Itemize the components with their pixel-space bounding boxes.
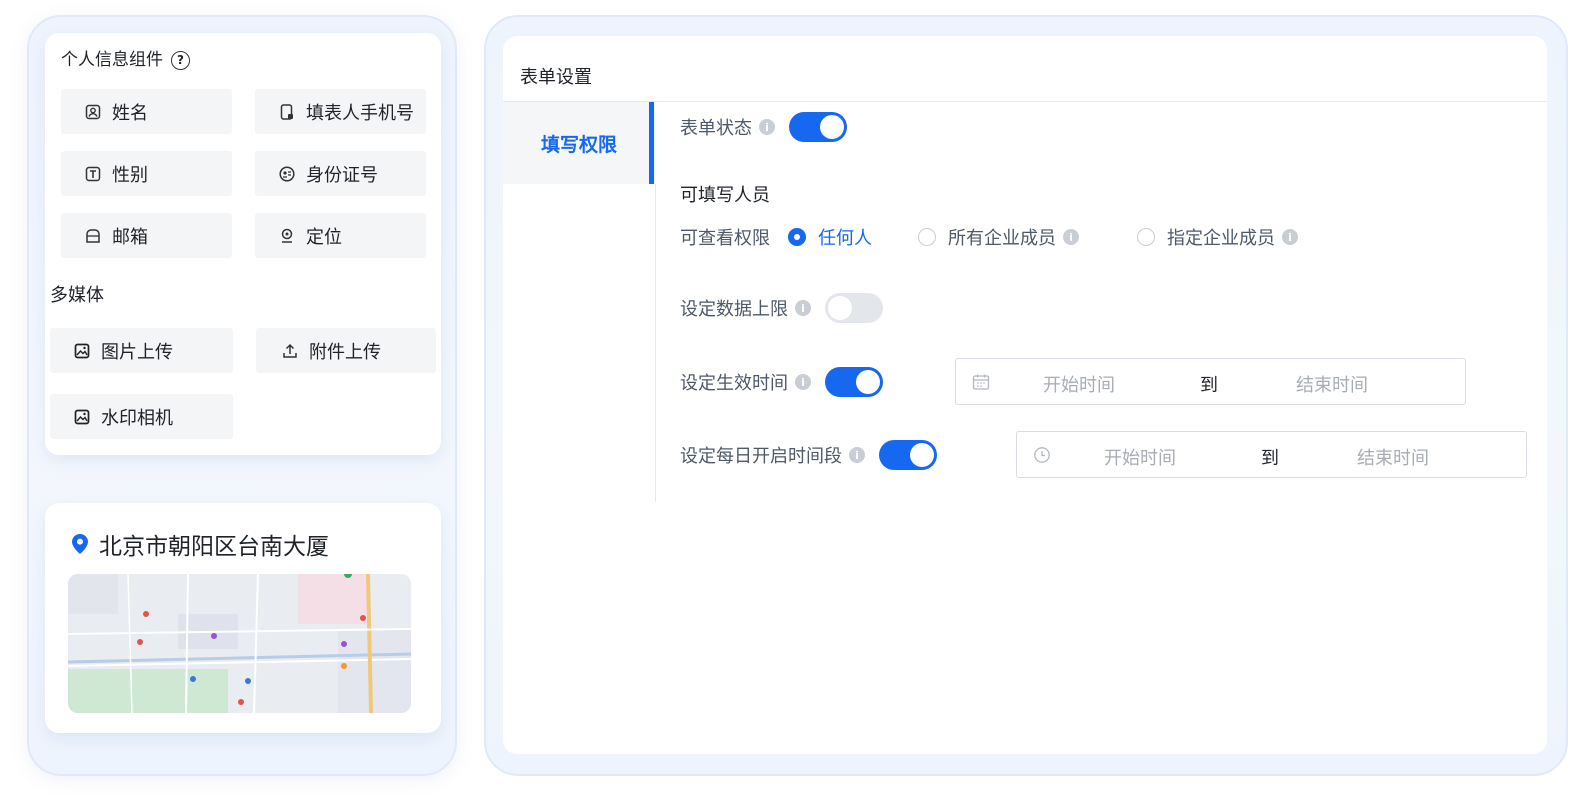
component-location[interactable]: 定位	[255, 213, 426, 258]
end-time-input[interactable]: 结束时间	[1357, 444, 1429, 470]
data-limit-toggle[interactable]	[825, 293, 883, 323]
radio-specified-members-label: 指定企业成员	[1167, 228, 1275, 249]
user-badge-icon	[85, 104, 101, 120]
view-permission-label: 可查看权限	[680, 228, 770, 249]
personal-info-title-text: 个人信息组件	[61, 50, 163, 70]
active-tab-indicator	[649, 102, 654, 184]
end-time-input[interactable]: 结束时间	[1296, 371, 1368, 397]
daily-time-range-picker[interactable]: 开始时间 到 结束时间	[1016, 431, 1527, 478]
toggle-knob	[856, 370, 880, 394]
personal-info-title: 个人信息组件?	[61, 45, 190, 70]
component-id-number[interactable]: 身份证号	[255, 151, 426, 196]
start-time-input[interactable]: 开始时间	[1043, 371, 1115, 397]
radio-checked-icon	[788, 228, 806, 246]
location-pin-icon	[279, 228, 295, 244]
effective-time-toggle[interactable]	[825, 367, 883, 397]
component-attachment-upload[interactable]: 附件上传	[256, 328, 436, 373]
tab-fill-permission[interactable]: 填写权限	[503, 102, 655, 184]
data-limit-row: 设定数据上限 i	[680, 293, 883, 323]
component-gender[interactable]: 性别	[61, 151, 232, 196]
view-permission-row: 可查看权限 任何人 所有企业成员 i 指定企业成员 i	[680, 224, 1298, 250]
settings-title: 表单设置	[520, 67, 592, 88]
id-card-icon	[279, 165, 295, 182]
info-icon[interactable]: i	[795, 374, 811, 390]
effective-time-range-picker[interactable]: 开始时间 到 结束时间	[955, 358, 1466, 405]
component-image-upload-label: 图片上传	[101, 341, 173, 363]
component-gender-label: 性别	[112, 164, 148, 186]
image-icon	[74, 343, 90, 359]
title-divider	[503, 101, 1547, 102]
side-divider	[655, 184, 656, 502]
info-icon[interactable]: i	[849, 447, 865, 463]
info-icon[interactable]: i	[795, 300, 811, 316]
components-card: 个人信息组件? 姓名 填表人手机号 性别 身份证号 邮箱 定位 多媒体 图片上传…	[45, 33, 441, 455]
info-icon[interactable]: i	[759, 119, 775, 135]
clock-icon	[1033, 446, 1051, 464]
radio-anyone-label: 任何人	[818, 228, 872, 249]
fillers-title: 可填写人员	[680, 185, 770, 206]
toggle-knob	[910, 443, 934, 467]
component-id-number-label: 身份证号	[306, 164, 378, 186]
radio-all-members-label: 所有企业成员	[948, 228, 1056, 249]
radio-unchecked-icon	[1137, 228, 1155, 246]
radio-specified-members[interactable]: 指定企业成员 i	[1137, 224, 1298, 250]
phone-icon	[279, 103, 295, 120]
effective-time-label: 设定生效时间	[680, 373, 788, 394]
data-limit-label: 设定数据上限	[680, 299, 788, 320]
toggle-knob	[828, 296, 852, 320]
range-separator: 到	[1200, 375, 1218, 396]
component-email[interactable]: 邮箱	[61, 213, 232, 258]
component-location-label: 定位	[306, 226, 342, 248]
component-phone[interactable]: 填表人手机号	[255, 89, 426, 134]
component-name[interactable]: 姓名	[61, 89, 232, 134]
component-name-label: 姓名	[112, 102, 148, 124]
daily-time-label: 设定每日开启时间段	[680, 446, 842, 467]
media-title: 多媒体	[50, 285, 104, 306]
radio-all-members[interactable]: 所有企业成员 i	[918, 224, 1079, 250]
text-box-icon	[85, 166, 101, 182]
component-watermark-camera-label: 水印相机	[101, 407, 173, 429]
daily-time-row: 设定每日开启时间段 i	[680, 440, 937, 470]
location-address-text: 北京市朝阳区台南大厦	[99, 534, 329, 560]
form-status-toggle[interactable]	[789, 112, 847, 142]
radio-anyone[interactable]: 任何人	[788, 224, 872, 250]
help-icon[interactable]: ?	[171, 51, 190, 70]
radio-unchecked-icon	[918, 228, 936, 246]
upload-icon	[282, 343, 298, 359]
info-icon[interactable]: i	[1282, 229, 1298, 245]
toggle-knob	[820, 115, 844, 139]
map-image[interactable]	[68, 574, 411, 713]
form-status-row: 表单状态 i	[680, 112, 847, 142]
component-watermark-camera[interactable]: 水印相机	[50, 394, 233, 439]
map-pin-icon	[71, 533, 89, 555]
component-email-label: 邮箱	[112, 226, 148, 248]
location-card: 北京市朝阳区台南大厦	[45, 503, 441, 733]
range-separator: 到	[1261, 448, 1279, 469]
form-status-label: 表单状态	[680, 118, 752, 139]
mailbox-icon	[85, 228, 101, 244]
component-phone-label: 填表人手机号	[306, 102, 414, 124]
component-image-upload[interactable]: 图片上传	[50, 328, 233, 373]
component-attachment-upload-label: 附件上传	[309, 341, 381, 363]
calendar-icon	[972, 373, 990, 391]
watermark-camera-icon	[74, 409, 90, 425]
daily-time-toggle[interactable]	[879, 440, 937, 470]
effective-time-row: 设定生效时间 i	[680, 367, 883, 397]
info-icon[interactable]: i	[1063, 229, 1079, 245]
location-address: 北京市朝阳区台南大厦	[71, 527, 329, 561]
form-settings-card: 表单设置 填写权限 表单状态 i 可填写人员 可查看权限 任何人 所有企业成员 …	[503, 36, 1547, 754]
start-time-input[interactable]: 开始时间	[1104, 444, 1176, 470]
